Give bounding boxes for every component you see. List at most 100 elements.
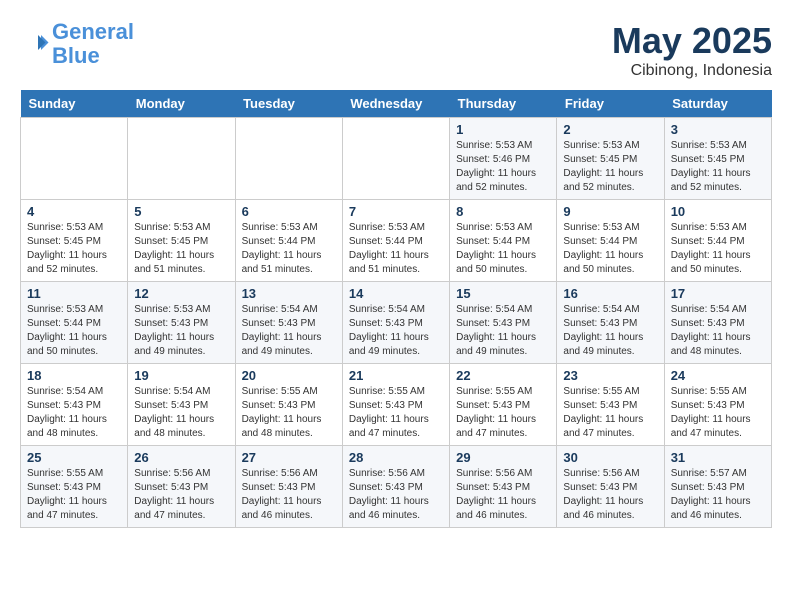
- weekday-header-wednesday: Wednesday: [342, 90, 449, 118]
- day-info: Sunrise: 5:54 AM Sunset: 5:43 PM Dayligh…: [242, 303, 336, 359]
- calendar-cell: 21 Sunrise: 5:55 AM Sunset: 5:43 PM Dayli…: [342, 364, 449, 446]
- day-info: Sunrise: 5:54 AM Sunset: 5:43 PM Dayligh…: [456, 303, 550, 359]
- calendar-cell: 16 Sunrise: 5:54 AM Sunset: 5:43 PM Dayli…: [557, 282, 664, 364]
- calendar-cell: 8 Sunrise: 5:53 AM Sunset: 5:44 PM Daylig…: [450, 200, 557, 282]
- day-number: 22: [456, 368, 550, 383]
- calendar-cell: 18Sunrise: 5:54 AM Sunset: 5:43 PM Dayli…: [21, 364, 128, 446]
- logo-text: General Blue: [52, 20, 134, 68]
- day-number: 26: [134, 450, 228, 465]
- calendar-cell: 17Sunrise: 5:54 AM Sunset: 5:43 PM Dayli…: [664, 282, 771, 364]
- day-info: Sunrise: 5:53 AM Sunset: 5:45 PM Dayligh…: [671, 139, 765, 195]
- page-header: General Blue May 2025 Cibinong, Indonesi…: [20, 20, 772, 80]
- day-info: Sunrise: 5:54 AM Sunset: 5:43 PM Dayligh…: [349, 303, 443, 359]
- day-info: Sunrise: 5:57 AM Sunset: 5:43 PM Dayligh…: [671, 467, 765, 523]
- calendar-cell: 26 Sunrise: 5:56 AM Sunset: 5:43 PM Dayli…: [128, 446, 235, 528]
- day-info: Sunrise: 5:55 AM Sunset: 5:43 PM Dayligh…: [563, 385, 657, 441]
- day-number: 31: [671, 450, 765, 465]
- day-info: Sunrise: 5:53 AM Sunset: 5:46 PM Dayligh…: [456, 139, 550, 195]
- calendar-cell: 30Sunrise: 5:56 AM Sunset: 5:43 PM Dayli…: [557, 446, 664, 528]
- day-number: 3: [671, 122, 765, 137]
- calendar-cell: 27Sunrise: 5:56 AM Sunset: 5:43 PM Dayli…: [235, 446, 342, 528]
- calendar-cell: 20 Sunrise: 5:55 AM Sunset: 5:43 PM Dayli…: [235, 364, 342, 446]
- day-number: 14: [349, 286, 443, 301]
- day-info: Sunrise: 5:53 AM Sunset: 5:44 PM Dayligh…: [563, 221, 657, 277]
- calendar-cell: 2Sunrise: 5:53 AM Sunset: 5:45 PM Daylig…: [557, 118, 664, 200]
- logo: General Blue: [20, 20, 134, 68]
- day-info: Sunrise: 5:54 AM Sunset: 5:43 PM Dayligh…: [27, 385, 121, 441]
- calendar-week-4: 18Sunrise: 5:54 AM Sunset: 5:43 PM Dayli…: [21, 364, 772, 446]
- day-info: Sunrise: 5:53 AM Sunset: 5:45 PM Dayligh…: [563, 139, 657, 195]
- day-info: Sunrise: 5:55 AM Sunset: 5:43 PM Dayligh…: [242, 385, 336, 441]
- day-number: 21: [349, 368, 443, 383]
- day-info: Sunrise: 5:53 AM Sunset: 5:45 PM Dayligh…: [134, 221, 228, 277]
- location-subtitle: Cibinong, Indonesia: [612, 62, 772, 80]
- day-number: 29: [456, 450, 550, 465]
- logo-icon: [20, 29, 50, 59]
- day-number: 20: [242, 368, 336, 383]
- calendar-cell: 10 Sunrise: 5:53 AM Sunset: 5:44 PM Dayli…: [664, 200, 771, 282]
- calendar-cell: 12Sunrise: 5:53 AM Sunset: 5:43 PM Dayli…: [128, 282, 235, 364]
- day-number: 27: [242, 450, 336, 465]
- title-block: May 2025 Cibinong, Indonesia: [612, 20, 772, 80]
- calendar-cell: [128, 118, 235, 200]
- calendar-cell: 22 Sunrise: 5:55 AM Sunset: 5:43 PM Dayli…: [450, 364, 557, 446]
- day-info: Sunrise: 5:55 AM Sunset: 5:43 PM Dayligh…: [671, 385, 765, 441]
- calendar-cell: 15 Sunrise: 5:54 AM Sunset: 5:43 PM Dayli…: [450, 282, 557, 364]
- weekday-header-sunday: Sunday: [21, 90, 128, 118]
- day-info: Sunrise: 5:56 AM Sunset: 5:43 PM Dayligh…: [456, 467, 550, 523]
- day-number: 6: [242, 204, 336, 219]
- day-number: 1: [456, 122, 550, 137]
- logo-line2: Blue: [52, 43, 100, 68]
- day-info: Sunrise: 5:56 AM Sunset: 5:43 PM Dayligh…: [134, 467, 228, 523]
- day-number: 16: [563, 286, 657, 301]
- day-info: Sunrise: 5:55 AM Sunset: 5:43 PM Dayligh…: [349, 385, 443, 441]
- calendar-cell: 5Sunrise: 5:53 AM Sunset: 5:45 PM Daylig…: [128, 200, 235, 282]
- calendar-week-2: 4 Sunrise: 5:53 AM Sunset: 5:45 PM Daylig…: [21, 200, 772, 282]
- calendar-cell: 28Sunrise: 5:56 AM Sunset: 5:43 PM Dayli…: [342, 446, 449, 528]
- day-info: Sunrise: 5:54 AM Sunset: 5:43 PM Dayligh…: [134, 385, 228, 441]
- calendar-cell: 13 Sunrise: 5:54 AM Sunset: 5:43 PM Dayli…: [235, 282, 342, 364]
- day-info: Sunrise: 5:53 AM Sunset: 5:44 PM Dayligh…: [242, 221, 336, 277]
- day-info: Sunrise: 5:53 AM Sunset: 5:44 PM Dayligh…: [456, 221, 550, 277]
- calendar-cell: 24 Sunrise: 5:55 AM Sunset: 5:43 PM Dayli…: [664, 364, 771, 446]
- day-number: 23: [563, 368, 657, 383]
- weekday-header-saturday: Saturday: [664, 90, 771, 118]
- day-number: 7: [349, 204, 443, 219]
- day-info: Sunrise: 5:54 AM Sunset: 5:43 PM Dayligh…: [671, 303, 765, 359]
- day-number: 19: [134, 368, 228, 383]
- day-number: 15: [456, 286, 550, 301]
- day-info: Sunrise: 5:53 AM Sunset: 5:43 PM Dayligh…: [134, 303, 228, 359]
- day-number: 28: [349, 450, 443, 465]
- logo-line1: General: [52, 19, 134, 44]
- day-number: 24: [671, 368, 765, 383]
- calendar-cell: 7 Sunrise: 5:53 AM Sunset: 5:44 PM Daylig…: [342, 200, 449, 282]
- weekday-header-thursday: Thursday: [450, 90, 557, 118]
- calendar-cell: 9 Sunrise: 5:53 AM Sunset: 5:44 PM Daylig…: [557, 200, 664, 282]
- day-number: 13: [242, 286, 336, 301]
- calendar-cell: 6 Sunrise: 5:53 AM Sunset: 5:44 PM Daylig…: [235, 200, 342, 282]
- weekday-header-monday: Monday: [128, 90, 235, 118]
- calendar-cell: 4Sunrise: 5:53 AM Sunset: 5:45 PM Daylig…: [21, 200, 128, 282]
- calendar-cell: 25Sunrise: 5:55 AM Sunset: 5:43 PM Dayli…: [21, 446, 128, 528]
- weekday-header-tuesday: Tuesday: [235, 90, 342, 118]
- calendar-cell: 11 Sunrise: 5:53 AM Sunset: 5:44 PM Dayli…: [21, 282, 128, 364]
- calendar-cell: 31 Sunrise: 5:57 AM Sunset: 5:43 PM Dayli…: [664, 446, 771, 528]
- day-info: Sunrise: 5:56 AM Sunset: 5:43 PM Dayligh…: [563, 467, 657, 523]
- day-info: Sunrise: 5:53 AM Sunset: 5:44 PM Dayligh…: [671, 221, 765, 277]
- calendar-cell: 29 Sunrise: 5:56 AM Sunset: 5:43 PM Dayli…: [450, 446, 557, 528]
- calendar-cell: [21, 118, 128, 200]
- day-number: 4: [27, 204, 121, 219]
- calendar-cell: 1 Sunrise: 5:53 AM Sunset: 5:46 PM Daylig…: [450, 118, 557, 200]
- day-number: 11: [27, 286, 121, 301]
- calendar-cell: [235, 118, 342, 200]
- day-info: Sunrise: 5:53 AM Sunset: 5:44 PM Dayligh…: [349, 221, 443, 277]
- calendar-cell: 19 Sunrise: 5:54 AM Sunset: 5:43 PM Dayli…: [128, 364, 235, 446]
- day-info: Sunrise: 5:53 AM Sunset: 5:44 PM Dayligh…: [27, 303, 121, 359]
- calendar-cell: 14 Sunrise: 5:54 AM Sunset: 5:43 PM Dayli…: [342, 282, 449, 364]
- day-number: 10: [671, 204, 765, 219]
- day-info: Sunrise: 5:54 AM Sunset: 5:43 PM Dayligh…: [563, 303, 657, 359]
- month-title: May 2025: [612, 20, 772, 62]
- day-number: 9: [563, 204, 657, 219]
- day-number: 8: [456, 204, 550, 219]
- day-info: Sunrise: 5:55 AM Sunset: 5:43 PM Dayligh…: [456, 385, 550, 441]
